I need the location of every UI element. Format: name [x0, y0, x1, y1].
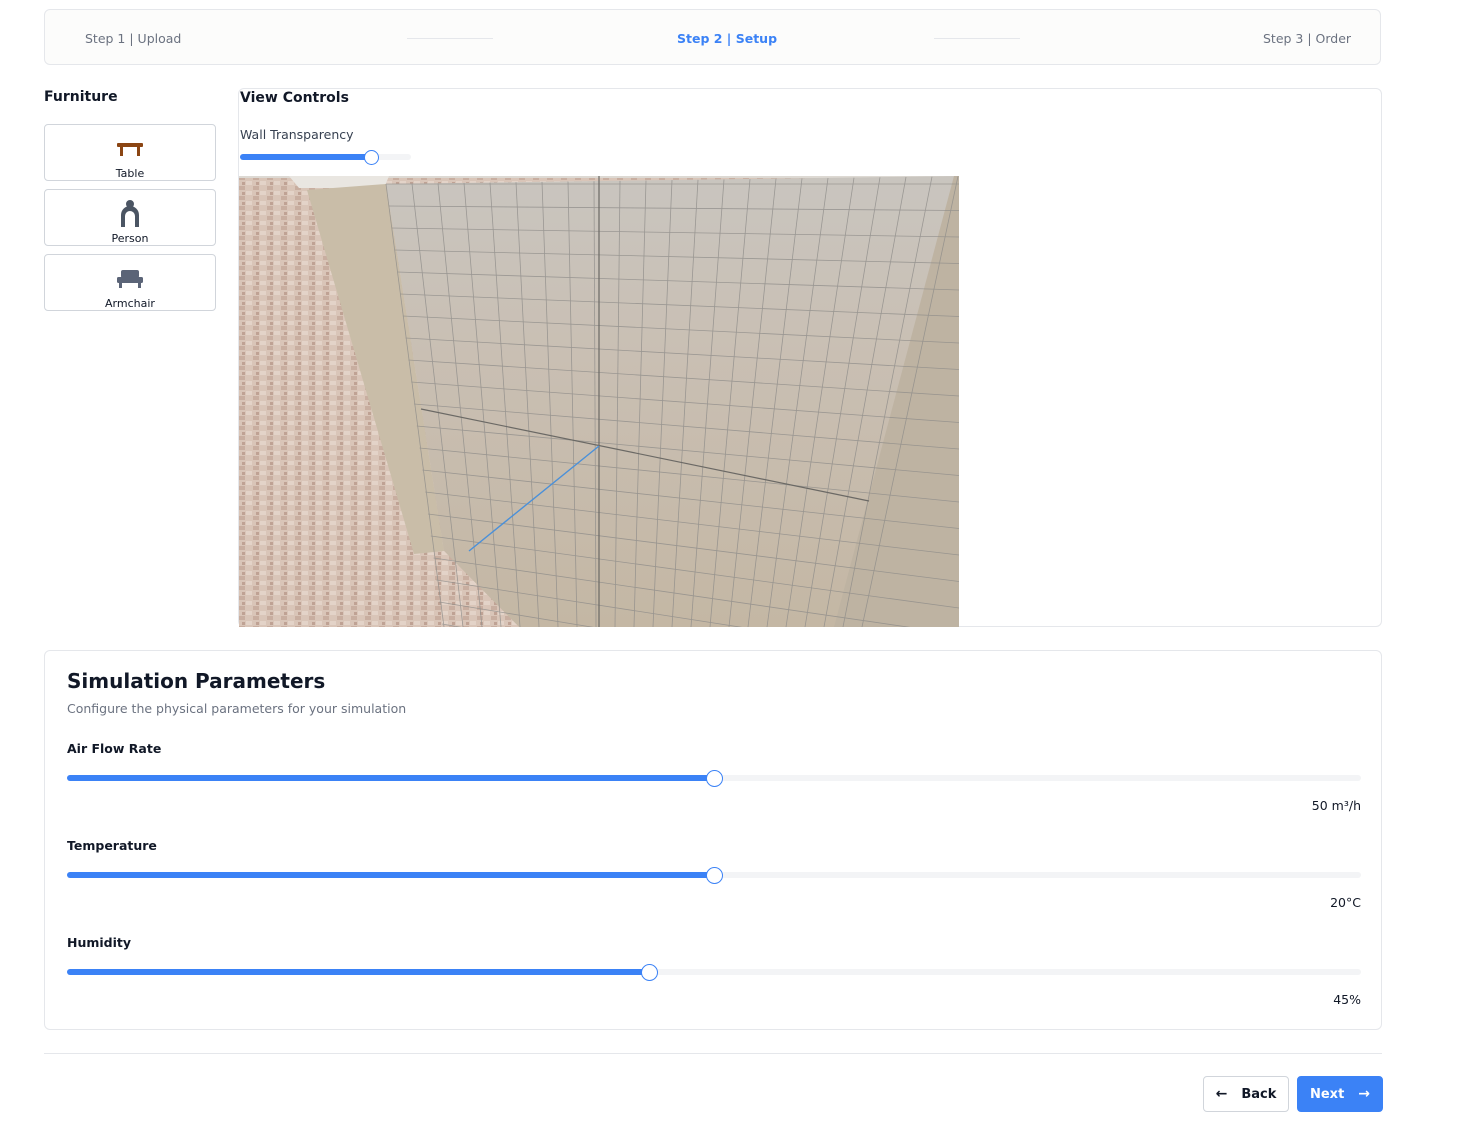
humidity-label: Humidity — [67, 935, 132, 950]
air-flow-slider[interactable] — [67, 770, 1361, 787]
furniture-item-armchair[interactable]: Armchair — [44, 254, 216, 311]
air-flow-label: Air Flow Rate — [67, 741, 162, 756]
arrow-right-icon: → — [1358, 1086, 1371, 1102]
person-icon — [45, 198, 215, 228]
humidity-slider[interactable] — [67, 964, 1361, 981]
furniture-item-label: Person — [111, 232, 149, 245]
furniture-item-label: Table — [115, 167, 145, 180]
air-flow-value: 50 m³/h — [1311, 798, 1361, 813]
slider-fill — [67, 969, 650, 975]
step-upload[interactable]: Step 1 | Upload — [85, 31, 181, 46]
next-button-label: Next — [1309, 1086, 1345, 1102]
temperature-slider[interactable] — [67, 867, 1361, 884]
slider-fill — [240, 154, 372, 160]
view-controls-title: View Controls — [240, 90, 349, 106]
humidity-value: 45% — [1333, 992, 1361, 1007]
armchair-icon — [45, 263, 215, 293]
wall-transparency-label: Wall Transparency — [240, 127, 354, 142]
step-setup[interactable]: Step 2 | Setup — [677, 31, 777, 46]
simulation-title: Simulation Parameters — [67, 669, 326, 693]
stepper: Step 1 | Upload Step 2 | Setup Step 3 | … — [44, 9, 1381, 65]
temperature-label: Temperature — [67, 838, 157, 853]
slider-thumb[interactable] — [640, 964, 658, 981]
furniture-item-person[interactable]: Person — [44, 189, 216, 246]
back-button-label: Back — [1241, 1086, 1277, 1102]
slider-thumb[interactable] — [705, 770, 723, 787]
simulation-subtitle: Configure the physical parameters for yo… — [67, 701, 407, 716]
room-3d-viewport[interactable] — [239, 176, 959, 627]
arrow-left-icon: ← — [1215, 1086, 1228, 1102]
slider-thumb[interactable] — [364, 149, 380, 165]
furniture-item-table[interactable]: Table — [44, 124, 216, 181]
step-order[interactable]: Step 3 | Order — [1263, 31, 1351, 46]
next-button[interactable]: Next → — [1297, 1076, 1383, 1112]
furniture-item-label: Armchair — [105, 297, 155, 310]
back-button[interactable]: ← Back — [1203, 1076, 1289, 1112]
slider-fill — [67, 872, 714, 878]
table-icon — [45, 133, 215, 163]
slider-fill — [67, 775, 714, 781]
footer-divider — [44, 1053, 1382, 1054]
step-connector — [934, 38, 1020, 39]
temperature-value: 20°C — [1330, 895, 1361, 910]
step-connector — [407, 38, 493, 39]
furniture-title: Furniture — [44, 89, 118, 105]
wall-transparency-slider[interactable] — [240, 149, 411, 165]
slider-thumb[interactable] — [705, 867, 723, 884]
